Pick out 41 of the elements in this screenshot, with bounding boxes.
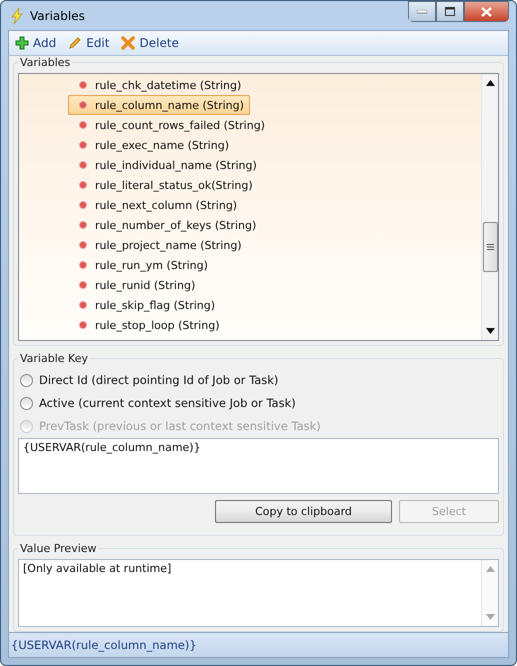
variable-item[interactable]: rule_literal_status_ok(String) (68, 175, 259, 196)
variable-item[interactable]: rule_column_name (String) (68, 95, 250, 116)
variable-item[interactable]: rule_exec_name (String) (68, 135, 235, 156)
action-button[interactable]: Copy to clipboard (215, 500, 392, 523)
variable-item[interactable]: rule_run_ym (String) (68, 255, 214, 276)
grip-icon (486, 244, 494, 250)
toolbar-button[interactable]: Add (13, 34, 58, 52)
variable-item[interactable]: rule_skip_flag (String) (68, 295, 222, 316)
key-field[interactable]: {USERVAR(rule_column_name)} (18, 438, 499, 494)
plus-icon (15, 36, 29, 50)
close-button[interactable] (464, 1, 509, 22)
group-title: Variable Key (18, 352, 90, 365)
status-bar: {USERVAR(rule_column_name)} (9, 632, 508, 657)
variable-item[interactable]: rule_stop_loop (String) (68, 315, 226, 336)
variable-item[interactable]: rule_count_rows_failed (String) (68, 115, 271, 136)
radio-option[interactable]: Active (current context sensitive Job or Task) (18, 392, 499, 415)
close-icon (481, 6, 492, 16)
scroll-down-icon[interactable] (486, 328, 494, 334)
variable-item[interactable]: rule_project_name (String) (68, 235, 248, 256)
scroll-up-icon[interactable] (486, 80, 494, 86)
scroll-thumb[interactable] (482, 222, 498, 272)
variable-item[interactable]: rule_number_of_keys (String) (68, 215, 262, 236)
minimize-button[interactable] (408, 1, 436, 22)
variable-item[interactable]: rule_next_column (String) (68, 195, 244, 216)
variable-item[interactable]: rule_runid (String) (68, 275, 202, 296)
variable-item[interactable]: rule_chk_datetime (String) (68, 75, 248, 96)
pencil-icon (68, 36, 82, 50)
radio-option[interactable]: Direct Id (direct pointing Id of Job or Task) (18, 368, 499, 392)
group-title: Variables (18, 56, 72, 70)
lightning-icon (10, 8, 24, 24)
scrollbar[interactable] (481, 74, 498, 340)
window-title: Variables (30, 8, 86, 22)
cross-icon (121, 36, 136, 50)
maximize-button[interactable] (436, 1, 464, 22)
toolbar-button[interactable]: Edit (66, 34, 112, 52)
minimize-icon (417, 10, 427, 14)
maximize-icon (445, 7, 455, 16)
preview-field[interactable]: [Only available at runtime] (18, 559, 499, 628)
group-title: Value Preview (18, 542, 99, 556)
variable-item[interactable]: rule_individual_name (String) (68, 155, 263, 176)
toolbar-button[interactable]: Delete (119, 34, 181, 52)
